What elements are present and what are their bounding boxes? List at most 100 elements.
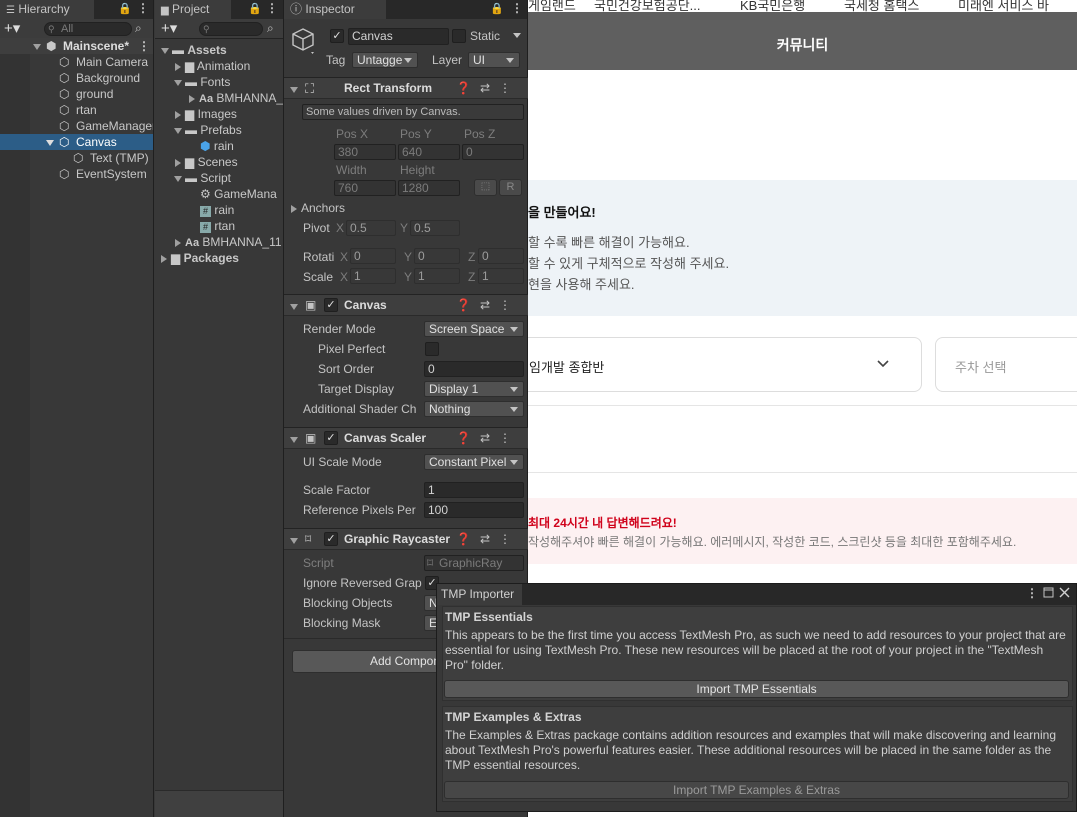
- render-mode-dropdown[interactable]: Screen Space: [424, 321, 524, 337]
- tab-project[interactable]: ▆ Project: [155, 0, 231, 19]
- scale-x-field[interactable]: 1: [350, 268, 396, 284]
- folder-images[interactable]: ▆ Images: [175, 106, 237, 122]
- raw-edit-button[interactable]: R: [499, 179, 522, 196]
- tag-dropdown[interactable]: Untagge: [352, 52, 418, 68]
- kebab-menu-icon: ⋮: [499, 298, 520, 312]
- bookmark-item[interactable]: 국민건강보험공단...: [594, 0, 701, 12]
- rotation-x-field[interactable]: 0: [350, 248, 396, 264]
- posx-field[interactable]: 380: [334, 144, 396, 160]
- bookmark-item[interactable]: 미래엔 서비스 바: [958, 0, 1049, 12]
- list-item[interactable]: ⬡ EventSystem: [0, 166, 153, 182]
- active-checkbox[interactable]: ✓: [330, 29, 344, 43]
- week-select[interactable]: 주차 선택: [935, 337, 1077, 392]
- script-rtan[interactable]: # rtan: [200, 218, 235, 234]
- scale-y-field[interactable]: 1: [414, 268, 460, 284]
- kebab-menu-icon[interactable]: ⋮: [1026, 586, 1038, 600]
- lock-icon[interactable]: 🔒: [248, 2, 262, 15]
- rotation-z-field[interactable]: 0: [478, 248, 524, 264]
- canvas-component-header[interactable]: ▣ ✓ Canvas ❓⇄⋮: [284, 294, 528, 316]
- posz-field[interactable]: 0: [462, 144, 524, 160]
- search-input[interactable]: ⚲: [199, 22, 263, 36]
- bookmark-item[interactable]: KB국민은행: [740, 0, 805, 12]
- scale-factor-field[interactable]: 1: [424, 482, 524, 498]
- target-display-dropdown[interactable]: Display 1: [424, 381, 524, 397]
- folder-packages[interactable]: ▆ Packages: [161, 250, 239, 266]
- pixel-perfect-checkbox[interactable]: [425, 342, 439, 356]
- kebab-menu-icon: ⋮: [499, 532, 520, 546]
- kebab-menu-icon[interactable]: ⋮: [511, 1, 523, 15]
- folder-fonts[interactable]: ▬ Fonts: [174, 74, 230, 90]
- component-enabled-checkbox[interactable]: ✓: [324, 532, 338, 546]
- component-header-icons[interactable]: ❓⇄⋮: [456, 81, 520, 95]
- component-enabled-checkbox[interactable]: ✓: [324, 298, 338, 312]
- import-extras-button[interactable]: Import TMP Examples & Extras: [444, 781, 1069, 799]
- bookmark-item[interactable]: 국세청 홈택스: [844, 0, 919, 12]
- pivot-y-field[interactable]: 0.5: [410, 220, 460, 236]
- search-options-icon[interactable]: ⌕: [135, 21, 142, 36]
- kebab-menu-icon[interactable]: ⋮: [266, 1, 278, 15]
- folder-scenes[interactable]: ▆ Scenes: [175, 154, 238, 170]
- import-essentials-button[interactable]: Import TMP Essentials: [444, 680, 1069, 698]
- list-item[interactable]: ⬡ Main Camera: [0, 54, 153, 70]
- lock-icon[interactable]: 🔒: [490, 2, 504, 15]
- list-item[interactable]: ⬡ rtan: [0, 102, 153, 118]
- object-name-input[interactable]: Canvas: [348, 28, 449, 45]
- rotation-y-field[interactable]: 0: [414, 248, 460, 264]
- reference-pixels-field[interactable]: 100: [424, 502, 524, 518]
- scene-row[interactable]: ⬢ Mainscene* ⋮: [0, 38, 153, 54]
- pivot-x-field[interactable]: 0.5: [346, 220, 396, 236]
- tab-tmp-importer[interactable]: TMP Importer: [437, 584, 523, 605]
- blueprint-mode-button[interactable]: ⬚: [474, 179, 497, 196]
- component-header-icons[interactable]: ❓⇄⋮: [456, 532, 520, 546]
- folder-script[interactable]: ▬ Script: [174, 170, 231, 186]
- layer-dropdown[interactable]: UI: [468, 52, 520, 68]
- prefab-rain[interactable]: ⬢ rain: [200, 138, 234, 154]
- script-rain[interactable]: # rain: [200, 202, 234, 218]
- chevron-down-icon[interactable]: [513, 33, 521, 38]
- folder-animation[interactable]: ▆ Animation: [175, 58, 250, 74]
- height-field[interactable]: 1280: [398, 180, 460, 196]
- list-item[interactable]: ⬡ Background: [0, 70, 153, 86]
- component-enabled-checkbox[interactable]: ✓: [324, 431, 338, 445]
- anchors-foldout[interactable]: Anchors: [291, 200, 345, 216]
- canvas-scaler-header[interactable]: ▣ ✓ Canvas Scaler ❓⇄⋮: [284, 427, 528, 449]
- font-asset[interactable]: Aa BMHANNA_: [189, 90, 283, 106]
- ui-scale-mode-dropdown[interactable]: Constant Pixel: [424, 454, 524, 470]
- add-icon[interactable]: +▾: [161, 19, 177, 37]
- font-asset[interactable]: Aa BMHANNA_11: [175, 234, 282, 250]
- script-gamemanager[interactable]: ⚙ GameMana: [200, 186, 277, 202]
- list-item-selected[interactable]: ⬡ Canvas: [0, 134, 153, 150]
- kebab-menu-icon[interactable]: ⋮: [138, 38, 150, 54]
- component-header-icons[interactable]: ❓⇄⋮: [456, 431, 520, 445]
- graphic-raycaster-header[interactable]: ⌑ ✓ Graphic Raycaster ❓⇄⋮: [284, 528, 528, 550]
- width-field[interactable]: 760: [334, 180, 396, 196]
- search-input[interactable]: ⚲ All: [44, 22, 132, 36]
- sort-order-field[interactable]: 0: [424, 361, 524, 377]
- folder-open-icon: ▬: [185, 123, 197, 137]
- course-select[interactable]: 임개발 종합반: [528, 337, 922, 392]
- static-checkbox[interactable]: [452, 29, 466, 43]
- close-icon[interactable]: [1059, 587, 1070, 598]
- scale-z-field[interactable]: 1: [478, 268, 524, 284]
- list-item[interactable]: ⬡ Text (TMP): [0, 150, 153, 166]
- rect-transform-header[interactable]: ⛶ Rect Transform ❓⇄⋮: [284, 77, 528, 99]
- folder-prefabs[interactable]: ▬ Prefabs: [174, 122, 242, 138]
- list-item[interactable]: ⬡ ground: [0, 86, 153, 102]
- maximize-icon[interactable]: [1043, 587, 1054, 598]
- target-display-label: Target Display: [318, 382, 395, 396]
- search-options-icon[interactable]: ⌕: [267, 21, 274, 36]
- tab-inspector[interactable]: ⓘ Inspector: [284, 0, 386, 19]
- shader-channels-dropdown[interactable]: Nothing: [424, 401, 524, 417]
- add-icon[interactable]: +▾: [4, 19, 20, 37]
- lock-icon[interactable]: 🔒: [118, 2, 132, 15]
- list-item[interactable]: ⬡ GameManager: [0, 118, 153, 134]
- kebab-menu-icon[interactable]: ⋮: [137, 1, 149, 15]
- script-field[interactable]: ⌑ GraphicRay: [424, 555, 524, 571]
- help-icon: ❓: [455, 431, 480, 445]
- component-header-icons[interactable]: ❓⇄⋮: [456, 298, 520, 312]
- posy-field[interactable]: 640: [398, 144, 460, 160]
- chevron-down-icon: [877, 360, 889, 368]
- folder-assets[interactable]: ▬ Assets: [161, 42, 227, 58]
- bookmark-item[interactable]: 게임랜드: [528, 0, 576, 12]
- tab-hierarchy[interactable]: ☰ Hierarchy: [0, 0, 94, 19]
